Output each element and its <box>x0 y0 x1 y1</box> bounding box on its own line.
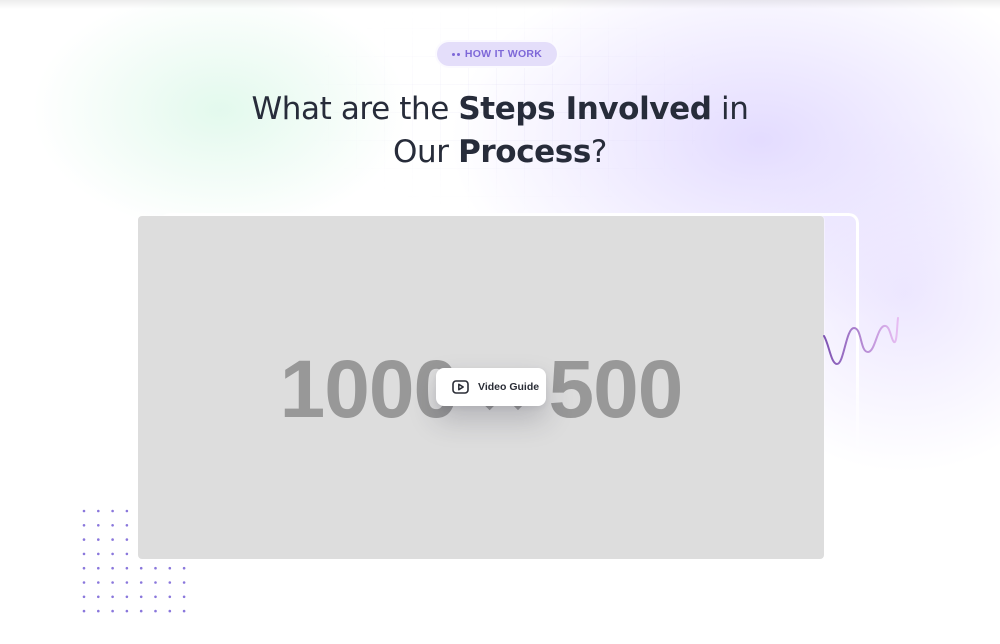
decorative-dot <box>168 595 172 599</box>
decorative-dot <box>182 595 186 599</box>
video-guide-label: Video Guide <box>478 381 540 393</box>
decorative-dot <box>111 609 114 613</box>
decorative-dot <box>97 566 100 570</box>
decorative-dot <box>82 609 86 613</box>
decorative-dot <box>139 566 143 570</box>
decorative-dot <box>111 581 114 584</box>
decorative-dot <box>82 581 86 584</box>
decorative-dot <box>125 509 129 513</box>
decorative-dot <box>111 595 114 599</box>
decorative-dot <box>97 538 100 541</box>
decorative-dot <box>154 609 157 613</box>
decorative-dot <box>154 595 157 599</box>
decorative-dot <box>182 581 186 584</box>
decorative-dot <box>97 552 100 556</box>
decorative-dot <box>97 524 100 527</box>
decorative-dot <box>168 609 172 613</box>
decorative-dot <box>111 552 114 556</box>
decorative-dot <box>139 595 143 599</box>
decorative-dot <box>97 609 100 613</box>
decorative-dot <box>82 509 86 513</box>
decorative-dot <box>154 566 157 570</box>
decorative-dot <box>139 581 143 584</box>
heading-emphasis: Steps Involved <box>458 91 712 127</box>
decorative-dot <box>125 538 129 541</box>
decorative-dot <box>125 552 129 556</box>
decorative-dot-grid <box>82 509 186 613</box>
decorative-dot <box>154 581 157 584</box>
heading-text: What are the <box>251 91 459 127</box>
section-heading-line-1: What are the Steps Involved in <box>200 88 800 131</box>
decorative-dot <box>82 552 86 556</box>
decorative-dot <box>82 566 86 570</box>
play-icon <box>452 380 469 394</box>
heading-emphasis: Process <box>458 134 591 170</box>
decorative-dot <box>82 524 86 527</box>
decorative-dot <box>111 509 114 513</box>
section-heading-line-2: Our Process? <box>200 131 800 174</box>
decorative-dot <box>182 609 186 613</box>
decorative-dot <box>82 538 86 541</box>
decorative-dot <box>125 524 129 527</box>
decorative-dot <box>125 581 129 584</box>
decorative-dot <box>125 595 129 599</box>
decorative-dot <box>97 581 100 584</box>
section-heading: What are the Steps Involved in Our Proce… <box>200 88 800 174</box>
decorative-dot <box>111 538 114 541</box>
section-badge-label: HOW IT WORK <box>464 48 543 60</box>
section-badge: HOW IT WORK <box>435 40 559 68</box>
decorative-dot <box>168 566 172 570</box>
decorative-dot <box>168 581 172 584</box>
heading-text: ? <box>590 134 607 170</box>
dots-arrow-icon <box>451 52 460 56</box>
heading-text: Our <box>393 134 459 170</box>
decorative-dot <box>125 609 129 613</box>
decorative-dot <box>97 595 100 599</box>
decorative-dot <box>82 595 86 599</box>
decorative-dot <box>111 566 114 570</box>
decorative-dot <box>182 566 186 570</box>
decorative-dot <box>125 566 129 570</box>
decorative-dot <box>97 509 100 513</box>
heading-text: in <box>711 91 749 127</box>
video-guide-button[interactable]: Video Guide <box>436 368 546 406</box>
decorative-dot <box>139 609 143 613</box>
decorative-squiggle <box>823 317 899 366</box>
decorative-dot <box>111 524 114 527</box>
